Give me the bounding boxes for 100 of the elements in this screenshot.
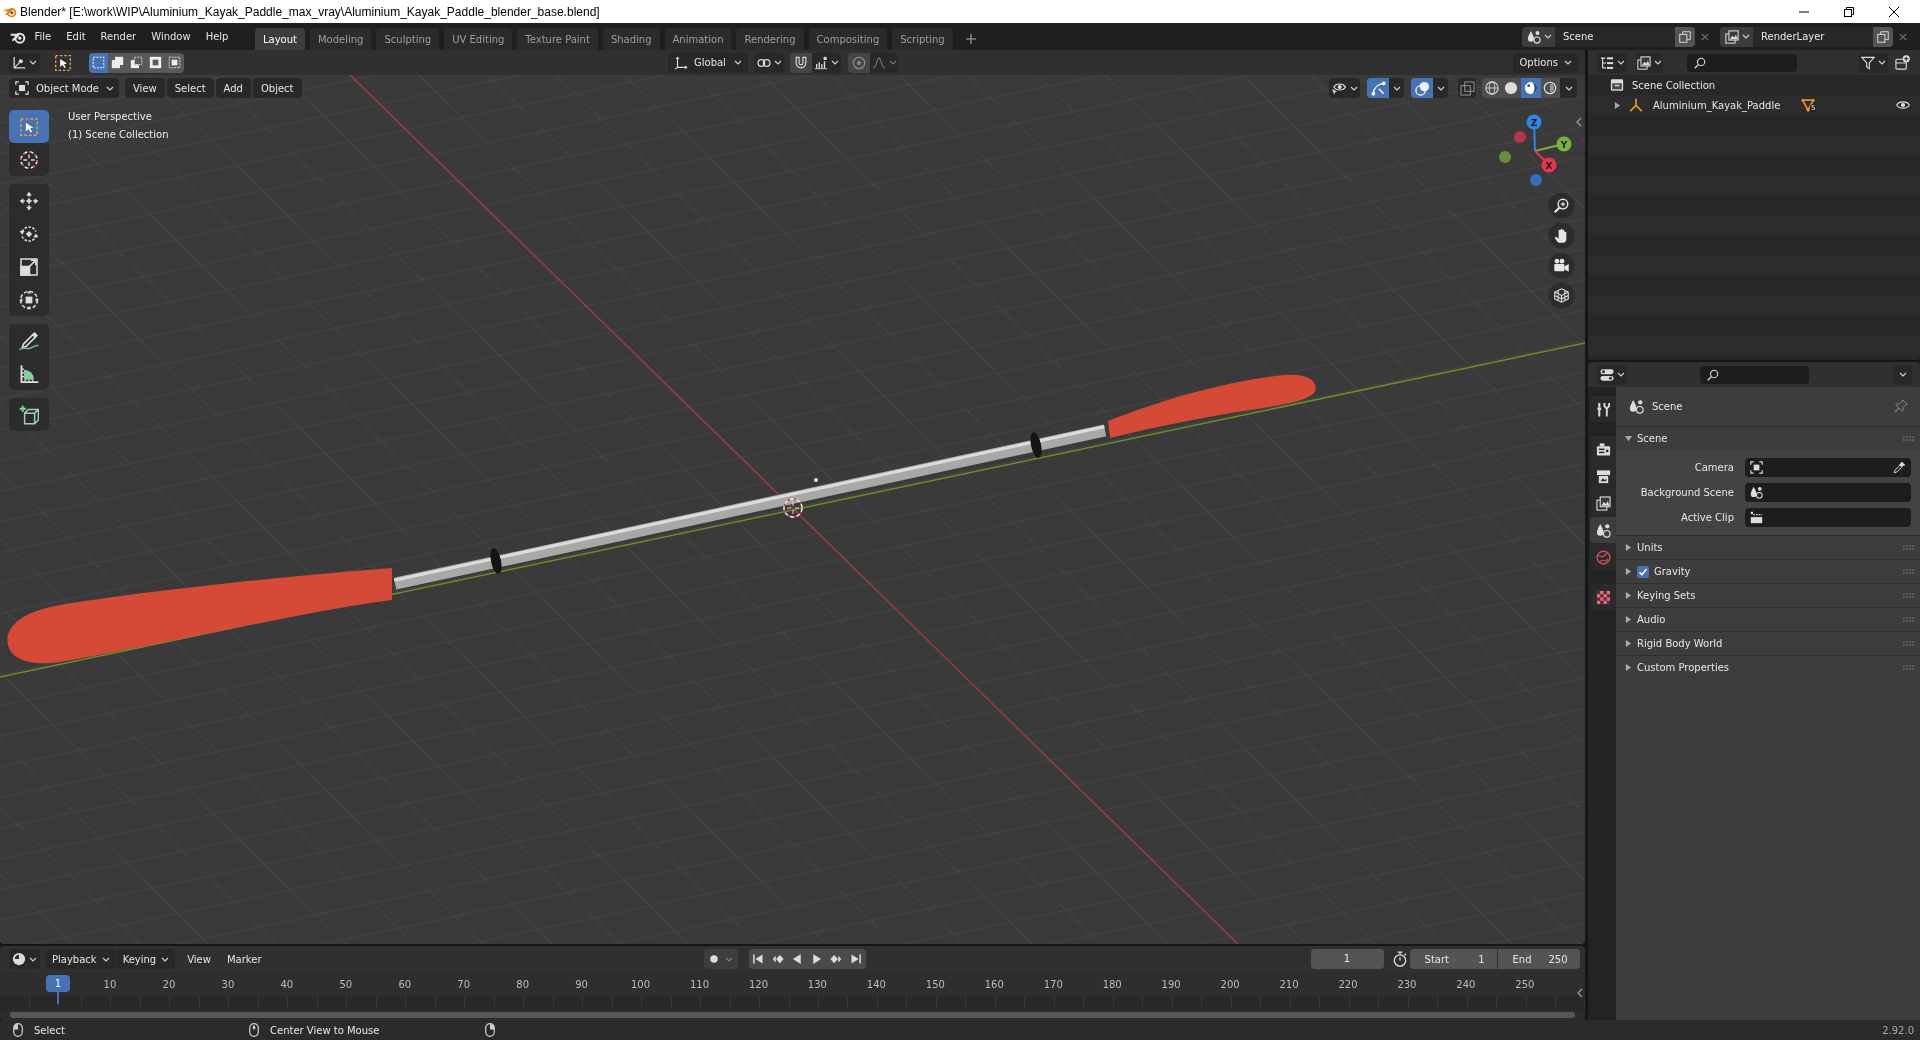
close-icon[interactable] — [1889, 6, 1899, 17]
xray-toggle[interactable] — [1458, 78, 1476, 98]
view-layer-name-field[interactable]: RenderLayer — [1753, 26, 1873, 47]
scene-name-field[interactable]: Scene — [1555, 26, 1675, 47]
shading-mode-button[interactable] — [1501, 78, 1521, 98]
paddle-blade[interactable] — [1108, 374, 1316, 438]
outliner-row[interactable]: Scene Collection — [1588, 75, 1920, 95]
tool-button[interactable] — [9, 184, 49, 217]
falloff-dropdown[interactable] — [870, 52, 898, 73]
tool-button[interactable] — [9, 283, 49, 316]
chevron-left-icon[interactable] — [1576, 117, 1582, 127]
play-icon[interactable] — [810, 953, 823, 965]
timeline-dropdown[interactable]: Playback — [46, 949, 116, 969]
disclosure-triangle-icon[interactable] — [1625, 592, 1632, 599]
duplicate-button[interactable] — [1873, 26, 1893, 47]
cursor-crosshair-icon[interactable] — [783, 498, 803, 518]
drag-handle-icon[interactable] — [1903, 569, 1914, 574]
end-frame-field[interactable]: End 250 — [1497, 949, 1580, 969]
gizmo-axis[interactable]: Y — [1534, 136, 1572, 152]
workspace-tab[interactable]: Compositing — [808, 28, 888, 50]
gizmo-axis[interactable]: Z — [1526, 114, 1542, 152]
pin-icon[interactable] — [1894, 399, 1908, 413]
gizmo-toggle[interactable] — [1367, 78, 1389, 98]
plus-icon[interactable] — [965, 34, 976, 44]
menu-item[interactable]: Help — [198, 25, 236, 48]
eye-icon[interactable] — [1896, 98, 1910, 112]
viewport-menu[interactable]: Select — [166, 78, 214, 98]
3d-viewport[interactable]: Global Options Object Mode View Select Add Object User Perspective (1) Scene Collection Z Y X — [0, 50, 1585, 944]
new-collection-icon[interactable] — [1895, 55, 1910, 70]
workspace-tab[interactable]: Layout — [254, 28, 305, 50]
mode-dropdown[interactable]: Object Mode — [9, 78, 119, 98]
reverse-play-icon[interactable] — [791, 953, 804, 965]
tool-button[interactable] — [9, 398, 49, 431]
panel-title[interactable]: Units — [1637, 542, 1663, 553]
timeline-menu[interactable]: View — [179, 949, 219, 969]
drag-handle-icon[interactable] — [1903, 617, 1914, 622]
hand-icon[interactable] — [1548, 222, 1575, 249]
stopwatch-icon[interactable] — [1391, 951, 1408, 967]
workspace-tab[interactable]: UV Editing — [444, 28, 513, 50]
panel-title[interactable]: Keying Sets — [1637, 590, 1696, 601]
menu-item[interactable]: File — [27, 25, 59, 48]
paddle-shaft[interactable] — [393, 424, 1107, 590]
panel-title[interactable]: Custom Properties — [1637, 662, 1730, 673]
workspace-tab[interactable]: Texture Paint — [517, 28, 598, 50]
panel-title[interactable]: Audio — [1637, 614, 1666, 625]
search-field[interactable] — [1687, 53, 1797, 72]
menu-item[interactable]: Window — [143, 25, 199, 48]
previous-keyframe-icon[interactable] — [771, 953, 784, 965]
visibility-dropdown[interactable] — [1329, 78, 1360, 98]
orientation-dropdown[interactable]: Global — [668, 52, 748, 73]
paddle-blade[interactable] — [7, 568, 392, 664]
shading-mode-button[interactable] — [1482, 78, 1502, 98]
workspace-tab[interactable]: Animation — [664, 28, 732, 50]
panel-title[interactable]: Scene — [1637, 433, 1668, 444]
options-dropdown[interactable]: Options — [1513, 52, 1578, 73]
restore-icon[interactable] — [1844, 6, 1854, 17]
selection-mode-button[interactable] — [146, 52, 165, 73]
snap-target-dropdown[interactable] — [812, 52, 841, 73]
data-block-field[interactable] — [1745, 458, 1911, 477]
workspace-tab[interactable]: Scripting — [892, 28, 953, 50]
next-keyframe-icon[interactable] — [830, 953, 843, 965]
mesh-triangle-icon[interactable] — [1801, 98, 1815, 112]
disclosure-triangle-icon[interactable] — [1625, 640, 1632, 647]
skip-start-icon[interactable] — [752, 953, 765, 965]
timeline-dropdown[interactable]: Keying — [116, 949, 176, 969]
options-dropdown[interactable] — [1893, 364, 1912, 385]
viewport-menu[interactable]: View — [125, 78, 165, 98]
zoom-icon[interactable] — [1548, 192, 1575, 219]
eyedropper-icon[interactable] — [1893, 461, 1906, 474]
proportional-edit-toggle[interactable] — [848, 52, 870, 73]
duplicate-button[interactable] — [1675, 26, 1695, 47]
editor-type-button[interactable] — [1597, 52, 1627, 73]
drag-handle-icon[interactable] — [1903, 641, 1914, 646]
filter-button[interactable] — [1859, 52, 1888, 73]
viewport-menu[interactable]: Add — [215, 78, 251, 98]
panel-title[interactable]: Gravity — [1654, 566, 1691, 577]
pivot-dropdown[interactable] — [754, 52, 785, 73]
workspace-tab[interactable]: Shading — [602, 28, 660, 50]
snap-toggle[interactable] — [790, 52, 812, 73]
properties-tab[interactable] — [1590, 517, 1616, 543]
scrollbar[interactable] — [10, 1012, 1575, 1018]
record-button[interactable] — [703, 949, 738, 969]
movie-camera-icon[interactable] — [1548, 252, 1575, 279]
display-mode-button[interactable] — [1636, 52, 1663, 73]
menu-item[interactable]: Edit — [58, 25, 94, 48]
menu-item[interactable]: Render — [93, 25, 144, 48]
viewport-menu[interactable]: Object — [252, 78, 302, 98]
caret-button[interactable] — [1560, 78, 1577, 98]
drag-handle-icon[interactable] — [1903, 436, 1914, 441]
selection-mode-button[interactable] — [165, 52, 184, 73]
drag-handle-icon[interactable] — [1903, 593, 1914, 598]
selection-mode-button[interactable] — [127, 52, 146, 73]
disclosure-triangle-icon[interactable] — [1625, 664, 1632, 671]
workspace-tab[interactable]: Rendering — [736, 28, 804, 50]
search-field[interactable] — [1700, 365, 1809, 384]
tool-button[interactable] — [9, 324, 49, 357]
shading-mode-button[interactable] — [1540, 78, 1560, 98]
drag-handle-icon[interactable] — [1903, 545, 1914, 550]
tool-button[interactable] — [9, 357, 49, 390]
selection-mode-button[interactable] — [108, 52, 127, 73]
